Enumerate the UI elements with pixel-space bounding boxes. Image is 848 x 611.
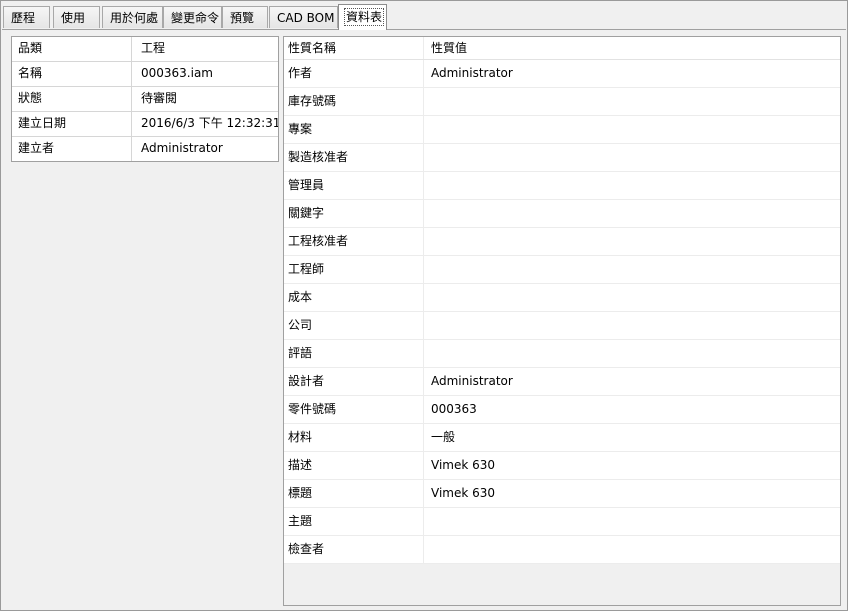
tab-history-label: 歷程 [11, 11, 36, 25]
property-row[interactable]: 設計者 Administrator [284, 368, 840, 396]
tab-preview-label: 預覽 [230, 11, 255, 25]
property-name: 關鍵字 [284, 200, 424, 227]
property-name: 成本 [284, 284, 424, 311]
property-row[interactable]: 主題 [284, 508, 840, 536]
summary-row-name: 名稱 000363.iam [12, 62, 278, 87]
property-name: 工程核准者 [284, 228, 424, 255]
summary-key: 建立日期 [12, 112, 132, 136]
property-value [424, 144, 840, 171]
properties-window: 歷程 使用 用於何處 變更命令 預覽 CAD BOM 資料表 品類 工程 名稱 … [0, 0, 848, 611]
property-row[interactable]: 描述 Vimek 630 [284, 452, 840, 480]
property-value: 000363 [431, 402, 477, 416]
property-value: Administrator [431, 66, 513, 80]
properties-list: 性質名稱 性質值 作者 Administrator 庫存號碼 專案 製造核准者 管理員 關鍵… [283, 36, 841, 606]
property-name: 評語 [284, 340, 424, 367]
tab-where-used[interactable]: 用於何處 [102, 6, 163, 28]
summary-row-created-date: 建立日期 2016/6/3 下午 12:32:31 [12, 112, 278, 137]
summary-row-state: 狀態 待審閱 [12, 87, 278, 112]
summary-value: 000363.iam [141, 66, 213, 80]
property-value [424, 88, 840, 115]
property-value [424, 172, 840, 199]
property-name: 描述 [284, 452, 424, 479]
property-value [424, 200, 840, 227]
property-value [424, 116, 840, 143]
tab-change-orders-label: 變更命令 [171, 11, 220, 25]
property-value [424, 256, 840, 283]
tab-datasheet-label: 資料表 [343, 8, 385, 26]
property-name: 材料 [284, 424, 424, 451]
property-name: 庫存號碼 [284, 88, 424, 115]
summary-key: 建立者 [12, 137, 132, 161]
properties-header: 性質名稱 性質值 [284, 37, 840, 60]
property-name: 主題 [284, 508, 424, 535]
property-name: 零件號碼 [284, 396, 424, 423]
property-value [424, 340, 840, 367]
property-value [424, 284, 840, 311]
column-header-property-value[interactable]: 性質值 [424, 37, 840, 59]
property-row[interactable]: 評語 [284, 340, 840, 368]
summary-key: 狀態 [12, 87, 132, 111]
summary-grid: 品類 工程 名稱 000363.iam 狀態 待審閱 建立日期 2016/6/3… [11, 36, 279, 162]
tab-content: 品類 工程 名稱 000363.iam 狀態 待審閱 建立日期 2016/6/3… [2, 30, 846, 610]
property-row[interactable]: 檢查者 [284, 536, 840, 564]
property-value: 一般 [431, 430, 456, 444]
property-row[interactable]: 庫存號碼 [284, 88, 840, 116]
property-row[interactable]: 工程師 [284, 256, 840, 284]
tab-where-used-label: 用於何處 [110, 11, 159, 25]
property-row[interactable]: 管理員 [284, 172, 840, 200]
property-name: 檢查者 [284, 536, 424, 563]
property-name: 設計者 [284, 368, 424, 395]
property-row[interactable]: 標題 Vimek 630 [284, 480, 840, 508]
property-row[interactable]: 關鍵字 [284, 200, 840, 228]
property-row[interactable]: 材料 一般 [284, 424, 840, 452]
properties-rows: 作者 Administrator 庫存號碼 專案 製造核准者 管理員 關鍵字 工程核准者 工程師… [284, 60, 840, 564]
tab-preview[interactable]: 預覽 [222, 6, 268, 28]
summary-key: 品類 [12, 37, 132, 61]
property-row[interactable]: 工程核准者 [284, 228, 840, 256]
summary-value: 2016/6/3 下午 12:32:31 [141, 116, 278, 130]
column-header-property-name[interactable]: 性質名稱 [284, 37, 424, 59]
tab-change-orders[interactable]: 變更命令 [163, 6, 222, 28]
property-row[interactable]: 成本 [284, 284, 840, 312]
property-name: 管理員 [284, 172, 424, 199]
summary-value: 工程 [141, 41, 166, 55]
property-row[interactable]: 公司 [284, 312, 840, 340]
summary-key: 名稱 [12, 62, 132, 86]
property-row[interactable]: 零件號碼 000363 [284, 396, 840, 424]
summary-row-created-by: 建立者 Administrator [12, 137, 278, 161]
property-name: 作者 [284, 60, 424, 87]
summary-value: Administrator [141, 141, 223, 155]
property-name: 標題 [284, 480, 424, 507]
tab-bar: 歷程 使用 用於何處 變更命令 預覽 CAD BOM 資料表 [2, 2, 846, 30]
property-value [424, 312, 840, 339]
property-value: Vimek 630 [431, 458, 496, 472]
property-value [424, 228, 840, 255]
summary-row-category: 品類 工程 [12, 37, 278, 62]
property-name: 專案 [284, 116, 424, 143]
tab-uses[interactable]: 使用 [53, 6, 100, 28]
property-value [424, 508, 840, 535]
tab-cad-bom-label: CAD BOM [277, 11, 335, 25]
property-row[interactable]: 專案 [284, 116, 840, 144]
property-name: 公司 [284, 312, 424, 339]
summary-value: 待審閱 [141, 91, 178, 105]
property-row[interactable]: 製造核准者 [284, 144, 840, 172]
property-name: 製造核准者 [284, 144, 424, 171]
tab-uses-label: 使用 [61, 11, 86, 25]
property-value [424, 536, 840, 563]
property-row[interactable]: 作者 Administrator [284, 60, 840, 88]
tab-cad-bom[interactable]: CAD BOM [269, 6, 338, 28]
tab-datasheet[interactable]: 資料表 [338, 4, 387, 30]
property-value: Vimek 630 [431, 486, 496, 500]
property-name: 工程師 [284, 256, 424, 283]
tab-history[interactable]: 歷程 [3, 6, 50, 28]
property-value: Administrator [431, 374, 513, 388]
